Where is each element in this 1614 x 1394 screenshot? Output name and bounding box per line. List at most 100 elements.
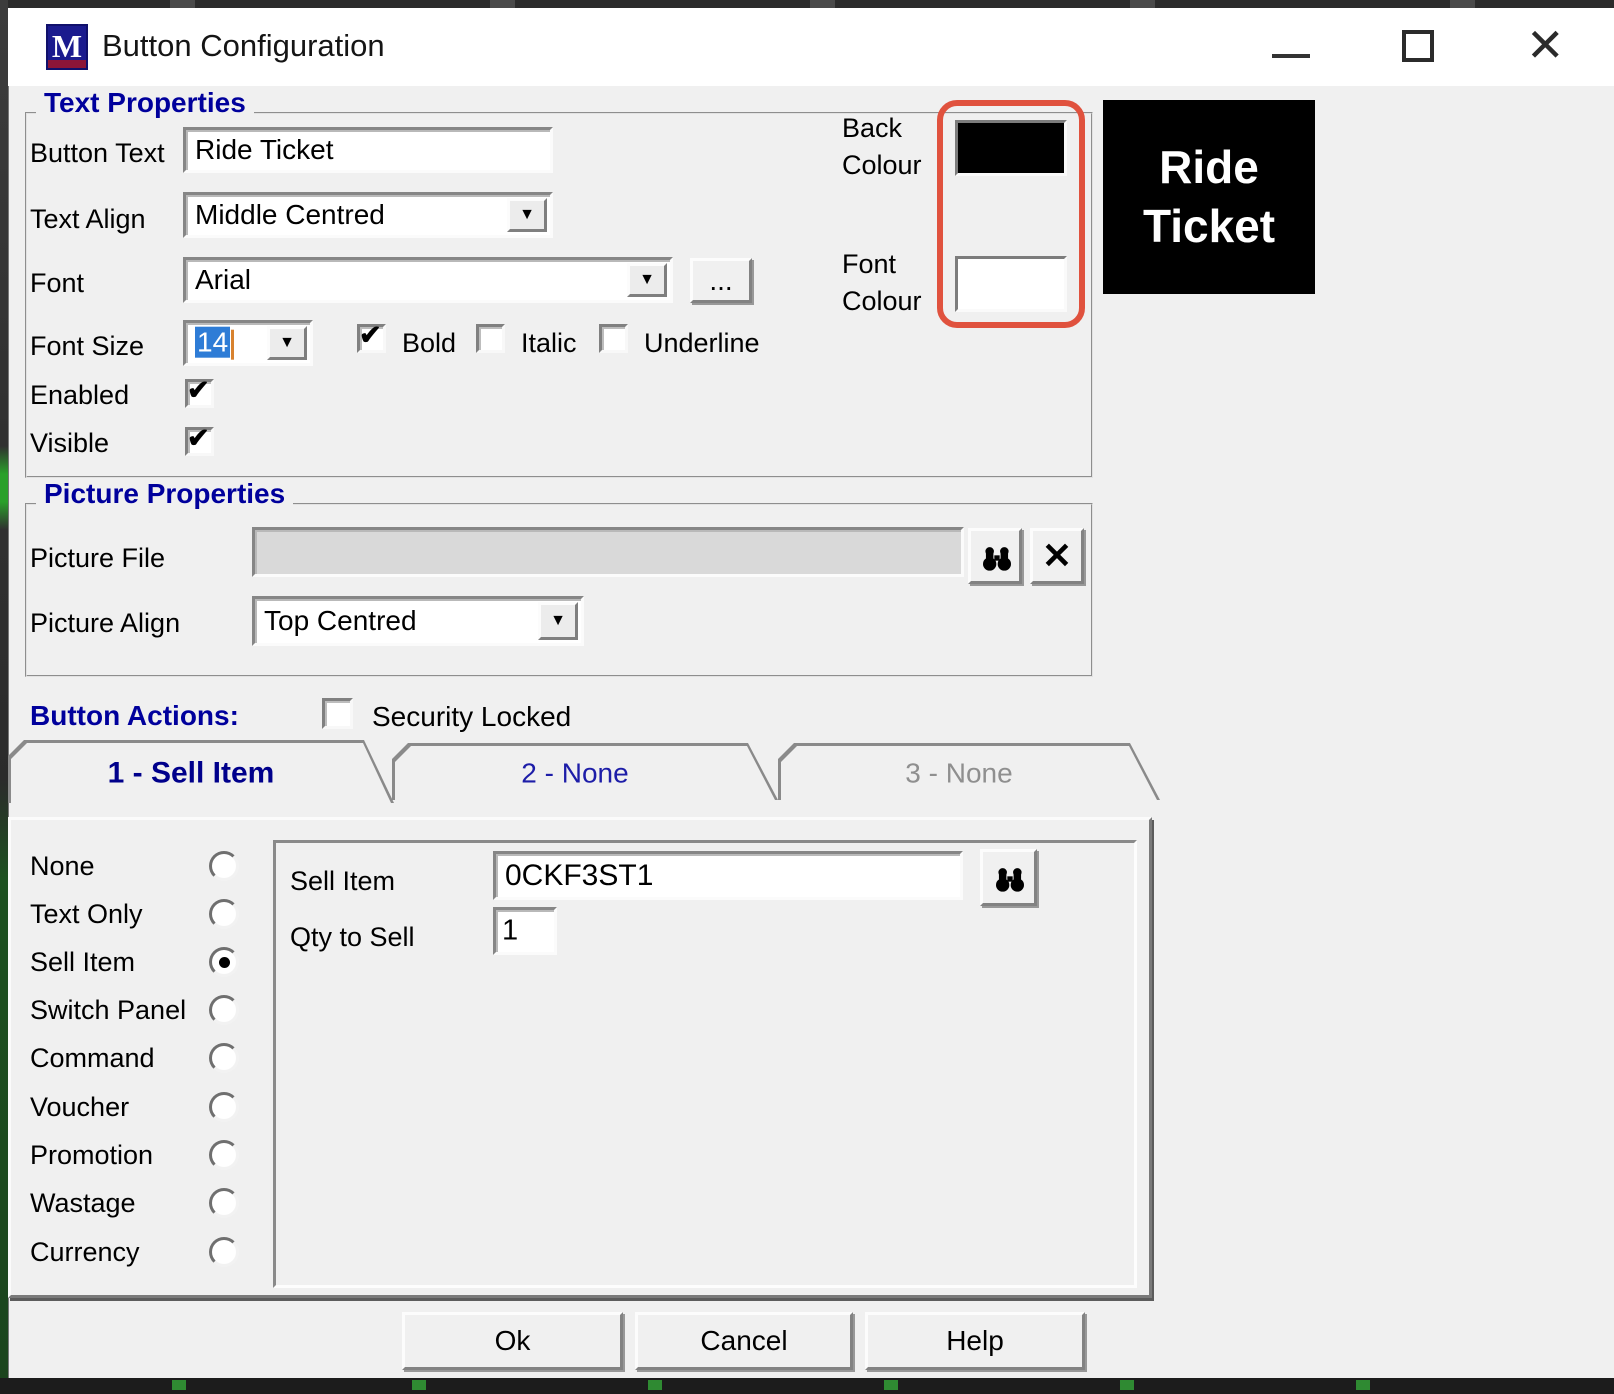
option-label-text-only: Text Only — [30, 899, 143, 929]
chevron-down-icon: ▼ — [279, 334, 295, 351]
option-label-voucher: Voucher — [30, 1092, 130, 1122]
text-align-dropdown[interactable]: Middle Centred ▼ — [183, 192, 553, 238]
ok-button[interactable]: Ok — [402, 1312, 623, 1370]
italic-checkbox[interactable] — [476, 324, 505, 353]
radio-promotion[interactable] — [209, 1140, 239, 1170]
sell-item-value: 0CKF3ST1 — [505, 858, 654, 892]
ok-button-label: Ok — [494, 1325, 531, 1356]
picture-align-dropdown-button[interactable]: ▼ — [538, 602, 578, 640]
font-size-dropdown[interactable]: 14 ▼ — [183, 320, 313, 366]
visible-label: Visible — [30, 428, 110, 458]
app-icon: M — [46, 24, 88, 70]
button-text-label: Button Text — [30, 138, 165, 168]
tab-1-sell-item[interactable]: 1 - Sell Item — [8, 740, 394, 803]
picture-file-input[interactable] — [252, 527, 964, 577]
maximize-icon — [1402, 30, 1434, 62]
option-label-currency: Currency — [30, 1237, 140, 1267]
tab-3-none[interactable]: 3 - None — [778, 743, 1160, 800]
picture-align-value: Top Centred — [264, 605, 417, 636]
sell-item-search-button[interactable] — [980, 849, 1037, 906]
background-bottom-strip — [0, 1378, 1614, 1394]
text-caret — [231, 329, 235, 360]
font-size-value: 14 — [195, 326, 235, 360]
qty-to-sell-value: 1 — [502, 914, 519, 947]
help-button[interactable]: Help — [865, 1312, 1085, 1370]
option-label-switch-panel: Switch Panel — [30, 995, 187, 1025]
option-label-sell-item: Sell Item — [30, 947, 136, 977]
font-browse-button[interactable]: ... — [690, 258, 752, 303]
tab-label: 1 - Sell Item — [107, 756, 275, 790]
minimize-icon — [1272, 54, 1310, 58]
font-dropdown[interactable]: Arial ▼ — [183, 257, 673, 303]
minimize-button[interactable] — [1246, 8, 1336, 72]
enabled-label: Enabled — [30, 380, 130, 410]
underline-checkbox[interactable] — [599, 324, 628, 353]
background-left-strip — [0, 0, 8, 1394]
radio-none[interactable] — [209, 851, 239, 881]
radio-currency[interactable] — [209, 1237, 239, 1267]
font-size-label: Font Size — [30, 331, 145, 361]
cancel-button-label: Cancel — [700, 1325, 788, 1356]
clear-x-icon: ✕ — [1041, 535, 1073, 576]
binoculars-icon — [996, 868, 1024, 892]
underline-label: Underline — [644, 328, 760, 358]
font-dropdown-button[interactable]: ▼ — [627, 263, 667, 297]
qty-to-sell-input[interactable]: 1 — [493, 907, 557, 955]
radio-switch-panel[interactable] — [209, 995, 239, 1025]
radio-voucher[interactable] — [209, 1092, 239, 1122]
background-mark — [1356, 1380, 1370, 1390]
sell-item-input[interactable]: 0CKF3ST1 — [493, 851, 963, 900]
picture-align-dropdown[interactable]: Top Centred ▼ — [252, 596, 584, 646]
window-title: Button Configuration — [102, 28, 385, 63]
radio-command[interactable] — [209, 1043, 239, 1073]
chevron-down-icon: ▼ — [639, 271, 655, 288]
radio-text-only[interactable] — [209, 899, 239, 929]
button-actions-label: Button Actions: — [30, 700, 239, 731]
text-properties-group-title: Text Properties — [36, 87, 254, 118]
font-colour-label: Font Colour — [842, 249, 922, 316]
action-detail-box — [273, 840, 1137, 1288]
button-text-input[interactable]: Ride Ticket — [183, 127, 553, 173]
enabled-checkbox[interactable]: ✔ — [185, 375, 214, 408]
picture-file-clear-button[interactable]: ✕ — [1030, 528, 1084, 584]
radio-wastage[interactable] — [209, 1188, 239, 1218]
chevron-down-icon: ▼ — [519, 206, 535, 223]
picture-file-search-button[interactable] — [968, 528, 1022, 584]
binoculars-icon — [983, 547, 1011, 571]
bold-checkbox[interactable]: ✔ — [357, 320, 386, 353]
security-locked-checkbox[interactable] — [322, 698, 353, 729]
background-top-strip — [0, 0, 1614, 8]
checkmark-icon: ✔ — [187, 375, 210, 405]
checkmark-icon: ✔ — [187, 423, 210, 453]
radio-sell-item[interactable] — [209, 947, 239, 977]
option-label-none: None — [30, 851, 95, 881]
back-colour-label: Back Colour — [842, 113, 922, 180]
annotation-highlight-box — [937, 100, 1085, 328]
app-icon-stripe — [48, 60, 86, 68]
picture-properties-group-title: Picture Properties — [36, 478, 294, 509]
button-preview: Ride Ticket — [1103, 100, 1315, 294]
option-label-promotion: Promotion — [30, 1140, 154, 1170]
qty-to-sell-label: Qty to Sell — [290, 922, 415, 952]
background-mark — [884, 1380, 898, 1390]
font-size-dropdown-button[interactable]: ▼ — [267, 326, 307, 360]
tab-2-none[interactable]: 2 - None — [392, 743, 778, 800]
text-align-label: Text Align — [30, 204, 146, 234]
app-icon-letter: M — [51, 28, 83, 64]
visible-checkbox[interactable]: ✔ — [185, 423, 214, 456]
background-mark — [1120, 1380, 1134, 1390]
text-align-dropdown-button[interactable]: ▼ — [507, 198, 547, 232]
tab-label: 3 - None — [905, 757, 1013, 789]
help-button-label: Help — [946, 1325, 1004, 1356]
screen: M Button Configuration ✕ Text Properties… — [0, 0, 1614, 1394]
tab-label: 2 - None — [521, 757, 629, 789]
background-mark — [648, 1380, 662, 1390]
picture-align-label: Picture Align — [30, 608, 181, 638]
background-mark — [412, 1380, 426, 1390]
chevron-down-icon: ▼ — [550, 612, 566, 629]
font-label: Font — [30, 268, 85, 298]
radio-selected-dot — [218, 956, 230, 968]
cancel-button[interactable]: Cancel — [635, 1312, 853, 1370]
background-mark — [172, 1380, 186, 1390]
text-align-value: Middle Centred — [195, 199, 385, 230]
